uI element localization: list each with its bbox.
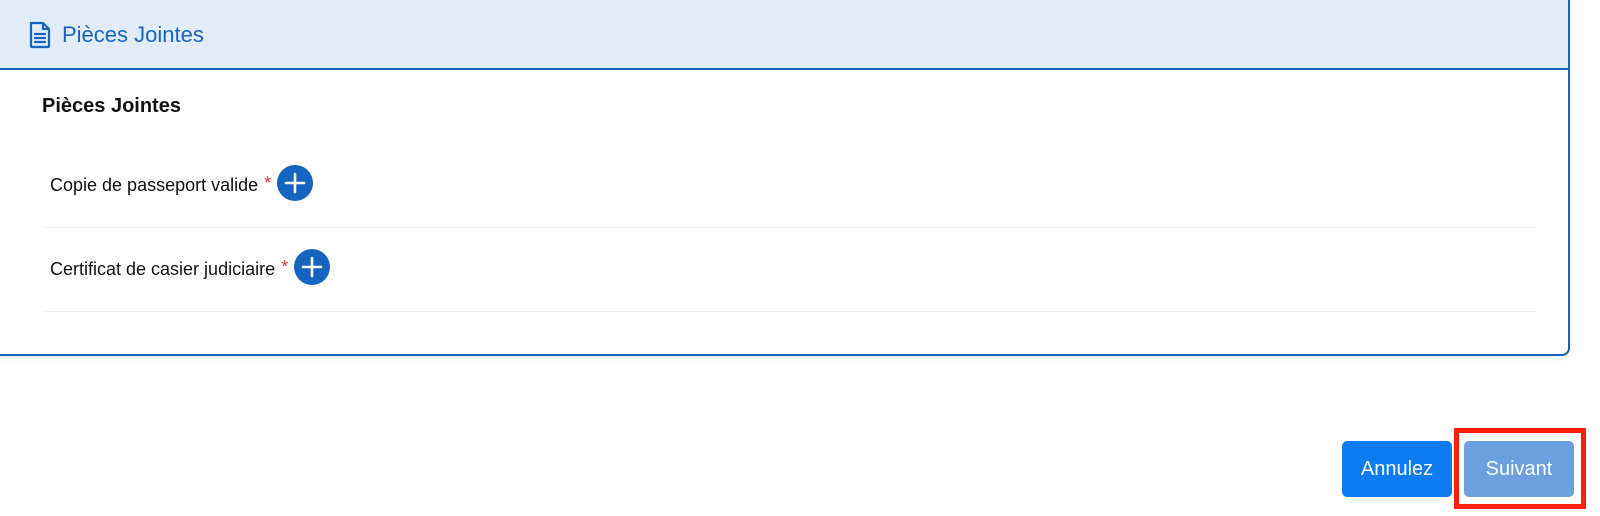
document-row-criminal-record: Certificat de casier judiciaire * (42, 228, 1536, 312)
plus-circle-icon (284, 172, 306, 193)
document-icon (28, 21, 52, 49)
required-marker: * (281, 257, 289, 277)
cancel-button[interactable]: Annulez (1342, 441, 1452, 497)
required-marker: * (264, 173, 272, 193)
attachments-card: Pièces Jointes Pièces Jointes Copie de p… (0, 0, 1570, 356)
document-row-passport: Copie de passeport valide * (42, 144, 1536, 228)
add-criminal-record-button[interactable] (294, 248, 331, 285)
card-header: Pièces Jointes (0, 0, 1568, 70)
add-passport-button[interactable] (277, 164, 314, 201)
section-title: Pièces Jointes (42, 95, 181, 117)
document-label: Certificat de casier judiciaire (50, 259, 276, 279)
plus-circle-icon (301, 256, 323, 277)
card-header-title: Pièces Jointes (62, 22, 204, 47)
next-button[interactable]: Suivant (1464, 441, 1574, 497)
document-label: Copie de passeport valide (50, 175, 259, 195)
